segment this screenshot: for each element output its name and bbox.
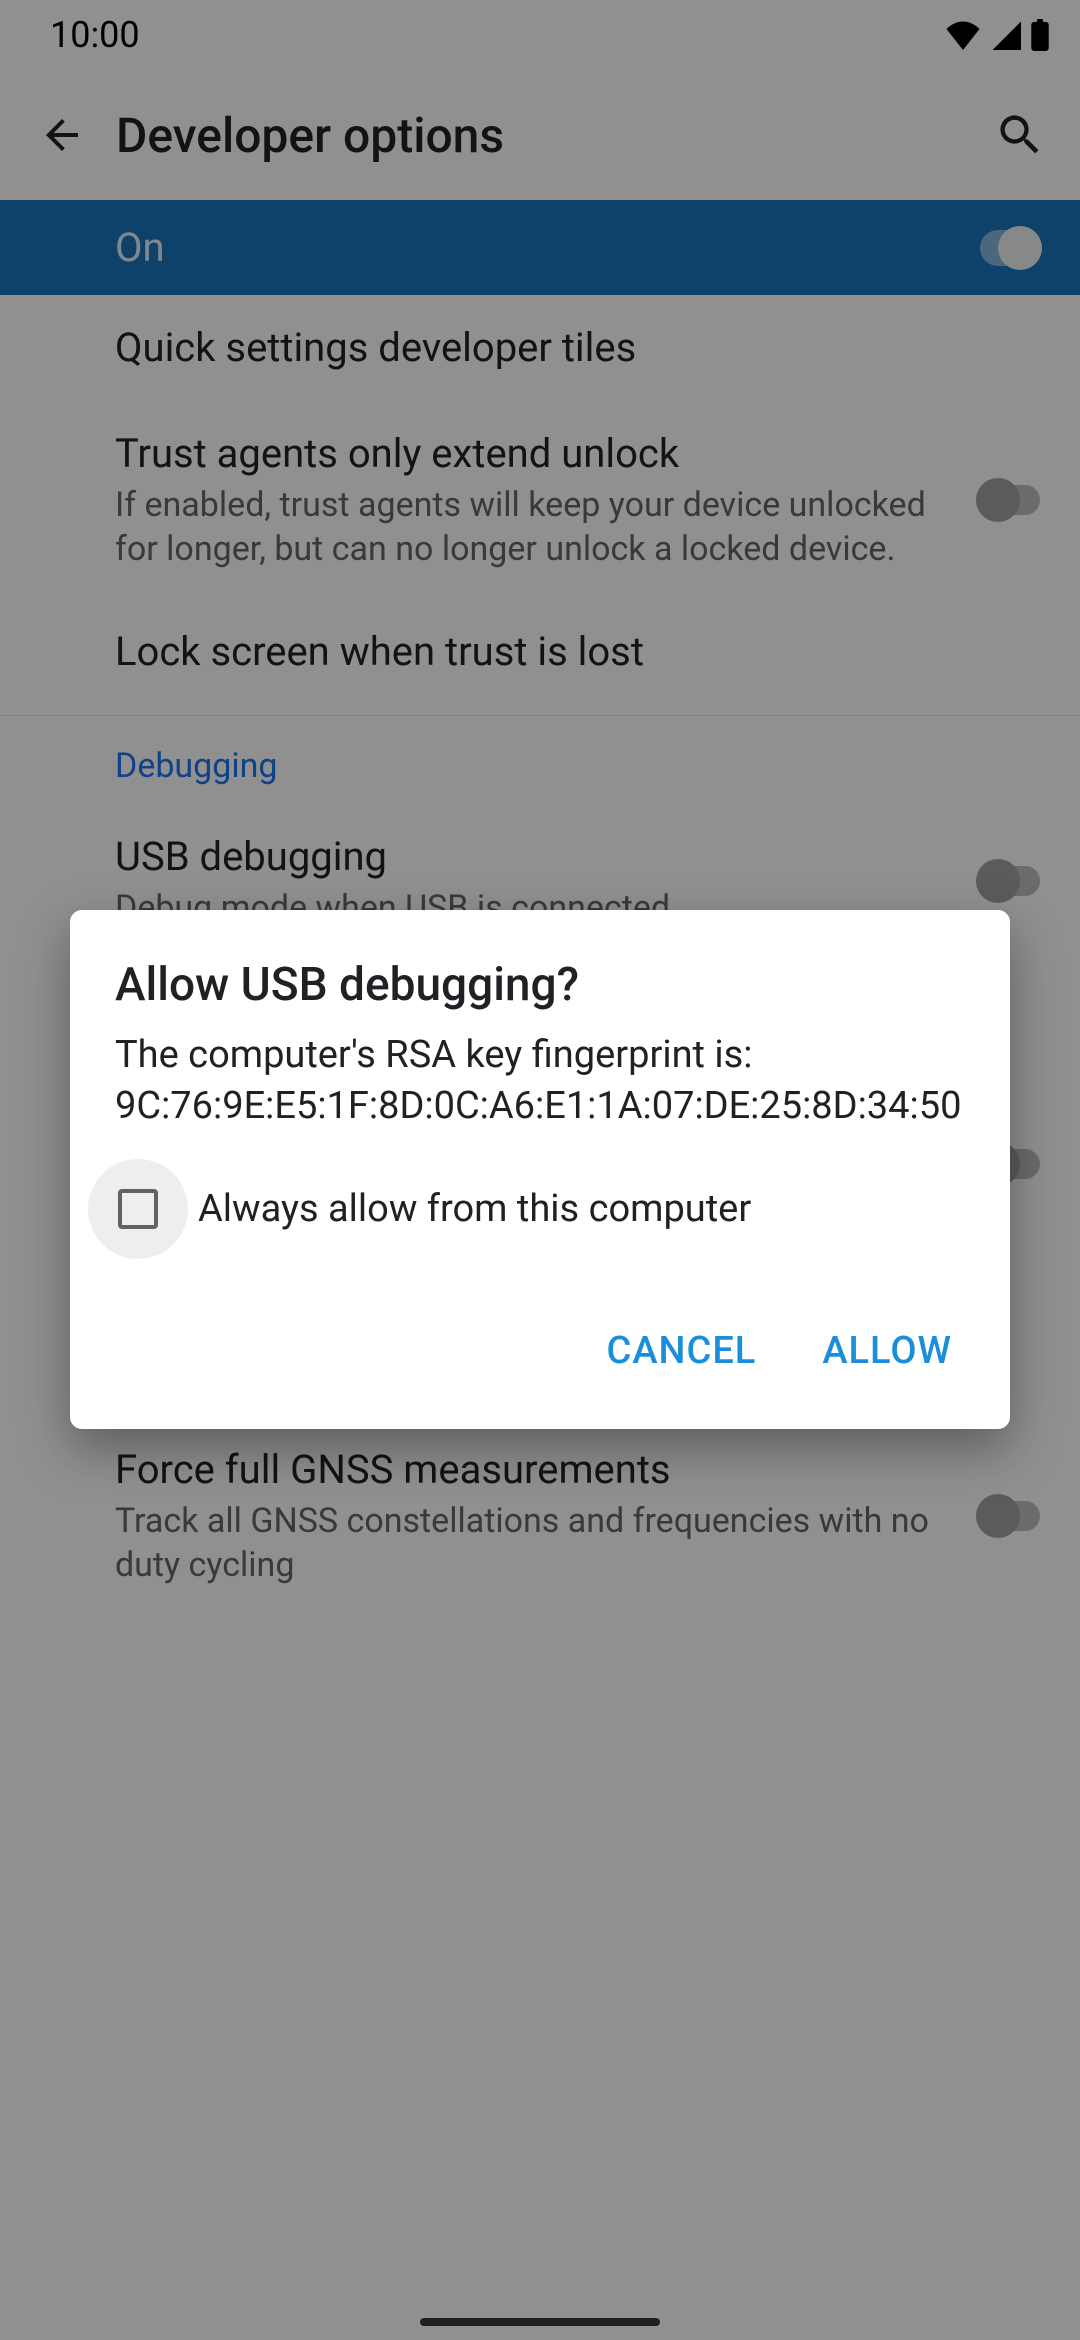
cancel-button[interactable]: CANCEL: [579, 1309, 785, 1393]
checkbox-label: Always allow from this computer: [198, 1187, 751, 1231]
allow-button[interactable]: ALLOW: [794, 1309, 980, 1393]
nav-handle[interactable]: [420, 2318, 660, 2326]
checkbox-ripple: [88, 1159, 188, 1259]
always-allow-checkbox-row[interactable]: Always allow from this computer: [70, 1153, 1010, 1309]
dialog-title: Allow USB debugging?: [70, 958, 1010, 1030]
dialog-message: The computer's RSA key fingerprint is: 9…: [70, 1030, 1010, 1153]
checkbox-unchecked-icon: [118, 1189, 158, 1229]
usb-debugging-dialog: Allow USB debugging? The computer's RSA …: [70, 910, 1010, 1429]
dialog-actions: CANCEL ALLOW: [70, 1309, 1010, 1405]
